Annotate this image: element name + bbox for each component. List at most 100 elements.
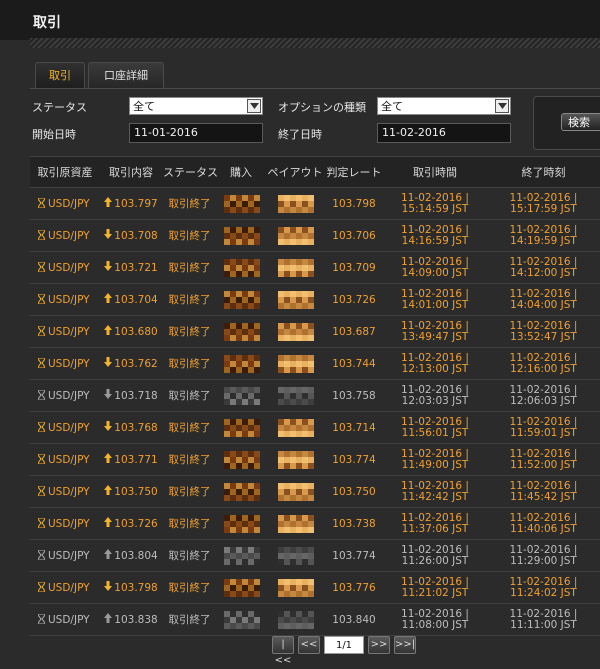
tab-account-details[interactable]: 口座詳細 [88, 62, 164, 89]
cell-trade-content: 103.838 [100, 603, 162, 636]
cell-close-time: 11-02-2016 | 11:59:01 JST [487, 411, 600, 444]
col-header-judge-rate[interactable]: 判定レート [325, 156, 383, 188]
tab-underline [30, 88, 600, 89]
col-header-trade[interactable]: 取引内容 [100, 156, 162, 188]
trade-clock: 13:49:47 JST [401, 330, 469, 343]
redacted-purchase-image [222, 354, 260, 373]
cell-close-time: 11-02-2016 | 15:17:59 JST [487, 187, 600, 220]
arrow-up-icon [104, 293, 113, 303]
cell-purchase [217, 443, 265, 476]
status-select[interactable]: 全て [129, 97, 263, 115]
cell-trade-content: 103.797 [100, 187, 162, 220]
cell-judge-rate: 103.726 [325, 283, 383, 316]
close-clock: 11:24:02 JST [510, 586, 577, 599]
close-date: 11-02-2016 | [509, 543, 578, 556]
close-clock: 11:45:42 JST [510, 490, 577, 503]
col-header-status[interactable]: ステータス [162, 156, 217, 188]
cell-trade-content: 103.726 [100, 507, 162, 540]
table-row[interactable]: USD/JPY 103.680 取引終了 103.687 11-02-2016 | 13:… [30, 315, 600, 348]
next-page-button[interactable]: >> [368, 636, 390, 654]
arrow-down-icon [104, 581, 113, 591]
hourglass-icon [38, 229, 45, 240]
last-page-button[interactable]: >>| [394, 636, 416, 654]
search-button[interactable]: 検索 [561, 113, 600, 131]
redacted-purchase-image [222, 322, 260, 341]
asset-label: USD/JPY [48, 325, 90, 338]
cell-trade-time: 11-02-2016 | 12:03:03 JST [383, 379, 487, 412]
start-date-label: 開始日時 [32, 128, 76, 141]
prev-page-button[interactable]: << [298, 636, 320, 654]
trade-clock: 11:37:06 JST [401, 522, 469, 535]
table-row[interactable]: USD/JPY 103.721 取引終了 103.709 11-02-2016 | 14:… [30, 251, 600, 284]
table-row[interactable]: USD/JPY 103.838 取引終了 103.840 11-02-2016 | 11:… [30, 603, 600, 636]
cell-trade-content: 103.771 [100, 443, 162, 476]
trade-date: 11-02-2016 | [401, 543, 469, 556]
col-header-purchase[interactable]: 購入 [217, 156, 265, 188]
end-date-label: 終了日時 [278, 128, 322, 141]
asset-label: USD/JPY [48, 229, 90, 242]
arrow-up-icon [104, 453, 113, 463]
close-date: 11-02-2016 | [509, 351, 578, 364]
hourglass-icon [38, 421, 45, 432]
option-type-select[interactable]: 全て [377, 97, 511, 115]
tab-trades[interactable]: 取引 [35, 62, 85, 89]
col-header-payout[interactable]: ペイアウト [265, 156, 325, 188]
table-row[interactable]: USD/JPY 103.798 取引終了 103.776 11-02-2016 | 11:… [30, 571, 600, 604]
cell-trade-time: 11-02-2016 | 11:21:02 JST [383, 571, 487, 604]
entry-rate: 103.726 [114, 518, 158, 530]
start-date-field[interactable]: 11-01-2016 [129, 123, 263, 143]
trade-clock: 11:21:02 JST [401, 586, 469, 599]
hourglass-icon [38, 613, 45, 624]
table-row[interactable]: USD/JPY 103.762 取引終了 103.744 11-02-2016 | 12:… [30, 347, 600, 380]
redacted-payout-image [276, 482, 314, 501]
table-row[interactable]: USD/JPY 103.704 取引終了 103.726 11-02-2016 | 14:… [30, 283, 600, 316]
entry-rate: 103.708 [114, 230, 158, 242]
cell-asset: USD/JPY [30, 507, 100, 540]
trade-date: 11-02-2016 | [401, 607, 469, 620]
arrow-up-icon [104, 549, 113, 559]
asset-label: USD/JPY [48, 293, 90, 306]
col-header-trade-time[interactable]: 取引時間 [383, 156, 487, 188]
asset-label: USD/JPY [48, 613, 90, 626]
close-clock: 11:40:06 JST [510, 522, 577, 535]
redacted-purchase-image [222, 418, 260, 437]
cell-trade-content: 103.798 [100, 571, 162, 604]
trade-date: 11-02-2016 | [401, 319, 469, 332]
page-number-field[interactable]: 1/1 [324, 636, 364, 654]
table-header-row: 取引原資産 取引内容 ステータス 購入 ペイアウト 判定レート 取引時間 終了時… [30, 156, 600, 188]
entry-rate: 103.750 [114, 486, 158, 498]
table-row[interactable]: USD/JPY 103.750 取引終了 103.750 11-02-2016 | 11:… [30, 475, 600, 508]
first-page-button[interactable]: |<< [272, 636, 294, 666]
cell-purchase [217, 187, 265, 220]
table-row[interactable]: USD/JPY 103.768 取引終了 103.714 11-02-2016 | 11:… [30, 411, 600, 444]
end-date-field[interactable]: 11-02-2016 [377, 123, 511, 143]
cell-asset: USD/JPY [30, 219, 100, 252]
col-header-close-time[interactable]: 終了時刻 [487, 156, 600, 188]
hourglass-icon [38, 325, 45, 336]
close-clock: 14:19:59 JST [510, 234, 577, 247]
cell-close-time: 11-02-2016 | 11:52:00 JST [487, 443, 600, 476]
arrow-down-icon [104, 357, 113, 367]
trade-clock: 15:14:59 JST [401, 202, 469, 215]
table-row[interactable]: USD/JPY 103.726 取引終了 103.738 11-02-2016 | 11:… [30, 507, 600, 540]
table-row[interactable]: USD/JPY 103.708 取引終了 103.706 11-02-2016 | 14:… [30, 219, 600, 252]
table-row[interactable]: USD/JPY 103.718 取引終了 103.758 11-02-2016 | 12:… [30, 379, 600, 412]
entry-rate: 103.704 [114, 294, 158, 306]
close-date: 11-02-2016 | [509, 191, 578, 204]
table-row[interactable]: USD/JPY 103.771 取引終了 103.774 11-02-2016 | 11:… [30, 443, 600, 476]
table-row[interactable]: USD/JPY 103.804 取引終了 103.774 11-02-2016 | 11:… [30, 539, 600, 572]
close-date: 11-02-2016 | [509, 511, 578, 524]
cell-judge-rate: 103.774 [325, 443, 383, 476]
status-select-value: 全て [133, 100, 155, 113]
table-row[interactable]: USD/JPY 103.797 取引終了 103.798 11-02-2016 | 15:… [30, 187, 600, 220]
trades-table: 取引原資産 取引内容 ステータス 購入 ペイアウト 判定レート 取引時間 終了時… [30, 156, 600, 636]
trade-date: 11-02-2016 | [401, 255, 469, 268]
arrow-down-icon [104, 261, 113, 271]
cell-trade-time: 11-02-2016 | 13:49:47 JST [383, 315, 487, 348]
cell-judge-rate: 103.714 [325, 411, 383, 444]
hourglass-icon [38, 517, 45, 528]
cell-trade-content: 103.762 [100, 347, 162, 380]
col-header-asset[interactable]: 取引原資産 [30, 156, 100, 188]
cell-asset: USD/JPY [30, 283, 100, 316]
cell-trade-time: 11-02-2016 | 11:56:01 JST [383, 411, 487, 444]
